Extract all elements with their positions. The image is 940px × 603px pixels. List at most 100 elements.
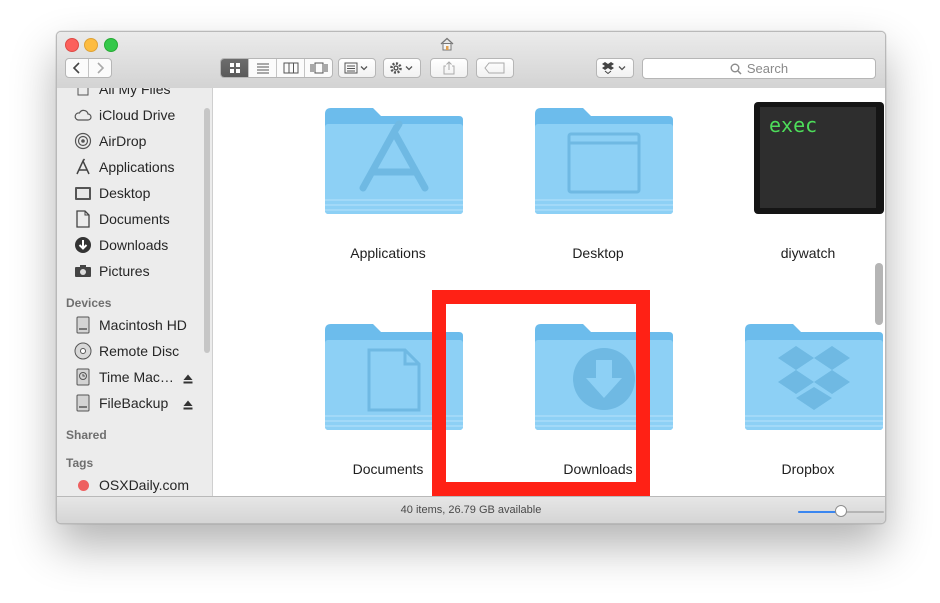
devices-header: Devices [66,296,112,310]
sidebar-item-desktop[interactable]: Desktop [73,183,150,203]
applications-icon [73,158,93,176]
file-item-desktop[interactable]: Desktop [513,100,683,280]
sidebar-item-label: iCloud Drive [99,107,176,123]
hard-drive-icon [73,316,93,334]
icon-size-slider-knob[interactable] [835,505,847,517]
search-field[interactable]: Search [642,58,876,79]
sidebar-item-label: OSXDaily.com [99,477,189,493]
share-icon [443,61,455,75]
sidebar-item-label: Applications [99,159,175,175]
sidebar-item-remote-disc[interactable]: Remote Disc [73,341,179,361]
sidebar-item-label: Remote Disc [99,343,180,359]
external-drive-icon [73,394,93,412]
sidebar-item-macintosh-hd[interactable]: Macintosh HD [73,315,187,335]
exec-text: exec [769,113,817,137]
columns-icon [283,62,298,74]
sidebar-item-time-machine[interactable]: Time Mac… [73,367,174,387]
file-item-dropbox[interactable]: Dropbox [723,316,885,496]
sidebar-item-label: FileBackup [99,395,169,411]
file-icon-grid: Applications Desktop exec diywatch Docum… [213,88,885,496]
dropbox-icon [602,62,626,75]
view-mode-control [220,58,333,78]
zoom-button[interactable] [104,38,118,52]
sidebar-item-label: Downloads [99,237,169,253]
cover-flow-icon [310,62,327,74]
share-button[interactable] [430,58,468,78]
file-item-label: Dropbox [781,461,835,477]
cloud-icon [73,106,93,124]
chevron-right-icon [97,62,105,74]
sidebar-item-label: Time Mac… [99,369,174,385]
home-icon [440,37,454,51]
close-button[interactable] [65,38,79,52]
file-item-applications[interactable]: Applications [303,100,473,280]
sidebar-item-label: Documents [99,211,170,227]
search-placeholder: Search [746,61,789,76]
cover-flow-view-button[interactable] [305,59,332,77]
disc-icon [73,342,93,360]
gear-icon [390,62,413,74]
desktop-folder-icon [535,108,673,214]
file-item-label: Applications [350,245,426,261]
tag-color-dot-wrapper [73,476,93,494]
chevron-left-icon [72,62,80,74]
file-item-label: diywatch [780,245,836,261]
icon-view-button[interactable] [221,59,249,77]
sidebar-item-icloud-drive[interactable]: iCloud Drive [73,105,175,125]
search-icon [730,63,742,75]
sidebar-item-tag-osxdaily[interactable]: OSXDaily.com [73,475,189,495]
file-item-label: Desktop [572,245,624,261]
toolbar: Search [57,32,885,89]
terminal-exec-icon: exec [754,102,884,214]
edit-tags-button[interactable] [476,58,514,78]
sidebar-item-label: All My Files [99,88,171,97]
back-button[interactable] [66,59,89,77]
eject-icon[interactable] [183,400,193,410]
finder-window: Search All My Files iCloud Drive AirDrop [56,31,886,524]
eject-icon[interactable] [183,374,193,384]
time-machine-icon [73,368,93,386]
status-text: 40 items, 26.79 GB available [400,504,542,516]
sidebar-item-label: Macintosh HD [99,317,187,333]
tag-icon [484,62,505,74]
airdrop-icon [73,132,93,150]
dropbox-folder-icon [745,324,883,430]
sidebar-item-label: Desktop [99,185,151,201]
status-bar: 40 items, 26.79 GB available [57,496,885,523]
arrange-icon [344,62,368,74]
desktop-icon [73,184,93,202]
sidebar-item-documents[interactable]: Documents [73,209,170,229]
sidebar-item-label: AirDrop [99,133,147,149]
minimize-button[interactable] [84,38,98,52]
column-view-button[interactable] [277,59,305,77]
sidebar: All My Files iCloud Drive AirDrop Applic… [57,88,213,496]
file-item-diywatch[interactable]: exec diywatch [723,100,885,280]
sidebar-item-airdrop[interactable]: AirDrop [73,131,146,151]
sidebar-item-all-my-files[interactable]: All My Files [73,88,171,99]
sidebar-item-pictures[interactable]: Pictures [73,261,150,281]
navigation-buttons [65,58,112,78]
highlight-box [432,290,650,496]
document-icon [73,210,93,228]
download-icon [73,236,93,254]
all-files-icon [73,88,93,98]
arrange-button[interactable] [338,58,376,78]
red-tag-dot-icon [77,479,89,491]
list-view-button[interactable] [249,59,277,77]
forward-button[interactable] [89,59,111,77]
camera-icon [73,262,93,280]
shared-header: Shared [66,428,107,442]
sidebar-item-downloads[interactable]: Downloads [73,235,168,255]
icon-size-slider[interactable] [798,505,884,517]
tags-header: Tags [66,456,94,470]
sidebar-item-filebackup[interactable]: FileBackup [73,393,168,413]
list-icon [256,63,269,74]
sidebar-item-label: Pictures [99,263,150,279]
sidebar-item-applications[interactable]: Applications [73,157,175,177]
applications-folder-icon [325,108,463,214]
action-menu-button[interactable] [383,58,421,78]
sidebar-scrollbar[interactable] [204,108,210,353]
content-scrollbar[interactable] [875,263,883,325]
dropbox-button[interactable] [596,58,634,78]
icon-grid-icon [229,63,240,73]
